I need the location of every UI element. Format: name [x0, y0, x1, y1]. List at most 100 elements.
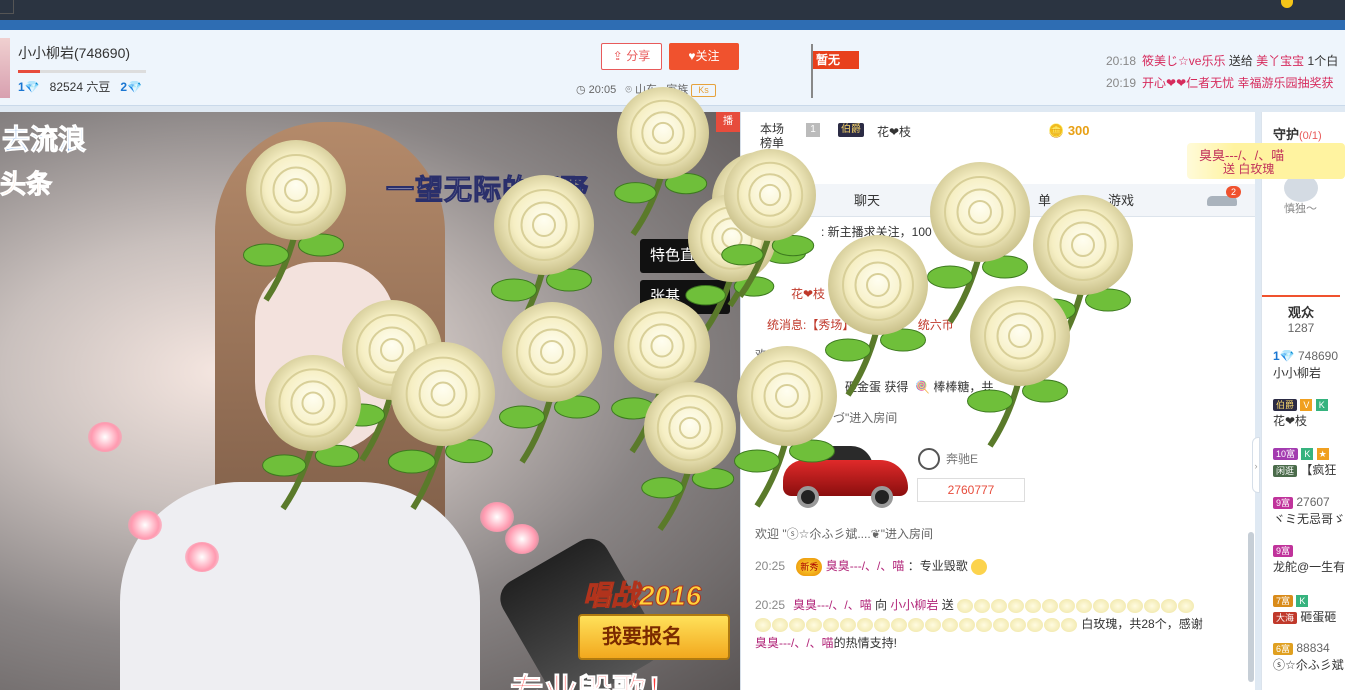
back-button[interactable] [0, 0, 14, 14]
message-send: 送 [941, 598, 954, 612]
level-badge: 1 [1273, 349, 1280, 363]
audience-item[interactable]: 6富 88834 ⓢ☆尒ふ彡斌 [1273, 640, 1344, 674]
gift-message-line: 白玫瑰，共28个，感谢 [755, 615, 1203, 634]
beans-count: 82524 六豆 [49, 80, 111, 94]
gift-message-line: 20:25 臭臭---/、/、喵 向 小小柳岩 送 [755, 596, 1203, 615]
vip-badge: V [1300, 398, 1313, 411]
feed-user[interactable]: 美丫宝宝 [1256, 54, 1304, 68]
feed-user[interactable]: 筱美じ☆ve乐乐 [1142, 54, 1225, 68]
coin-icon: 🪙 [1048, 123, 1068, 138]
heart-sticker [88, 422, 122, 452]
chat-message: 花❤枝 [791, 287, 826, 301]
rank-label: 本场榜单 [760, 122, 785, 150]
chat-panel: 本场榜单 1 伯爵 花❤枝 🪙 300 聊天 单 游戏 2 : 新主播求关注，1… [740, 112, 1255, 690]
collapse-toggle[interactable]: › [1252, 437, 1260, 493]
guard-name[interactable]: 慎独～ [1284, 200, 1317, 216]
rank-user[interactable]: 花❤枝 [877, 123, 911, 140]
message-target[interactable]: 小小柳岩 [890, 598, 938, 612]
tag-special-live[interactable]: 特色直播 [640, 239, 730, 273]
audience-id: 88834 [1296, 641, 1330, 655]
location-icon: ⌾ [625, 84, 632, 96]
gift-summary: 白玫瑰，共28个，感谢 [1081, 617, 1203, 631]
smile-emoji-icon [971, 559, 988, 575]
video-player[interactable]: 去流浪 头条 一望无际的原野 播 特色直播 张基 唱战2016 我要报名 专业毁… [0, 112, 740, 690]
egg-message: 砸金蛋 获得 [845, 380, 909, 394]
tab-game[interactable]: 游戏 [1108, 184, 1134, 217]
follow-label: 关注 [695, 49, 720, 63]
egg-message-tail: 棒棒糖，共 [933, 380, 994, 394]
follow-button[interactable]: ♥关注 [669, 43, 739, 70]
diamond-icon: 💎 [24, 80, 40, 94]
message-user[interactable]: 臭臭---/、/、喵 [755, 636, 834, 650]
audience-item[interactable]: 10富 K ★ 闲逛 【疯狂 [1273, 445, 1336, 479]
heart-icon: ♥ [688, 49, 696, 63]
audience-item[interactable]: 9富 27607 ヾミ无忌哥ゞ [1273, 494, 1345, 528]
tab-chat[interactable]: 聊天 [854, 184, 880, 217]
wealth-badge: 9富 [1273, 544, 1294, 557]
feed-user[interactable]: 开心❤❤仁者无忧 [1142, 76, 1234, 90]
audience-name: 【疯狂 [1300, 463, 1337, 477]
audience-id: 27607 [1296, 495, 1330, 509]
chat-message: 欢迎 [755, 348, 780, 362]
event-title: 唱战2016 [582, 580, 702, 612]
wealth-badge: 9富 [1273, 496, 1294, 509]
audience-name: 花❤枝 [1273, 414, 1308, 428]
audience-item[interactable]: 9富 龙舵@一生有 [1273, 542, 1345, 576]
anchor-name: 小小柳岩(748690) [18, 45, 131, 61]
share-label: 分享 [626, 49, 651, 63]
message-user[interactable]: 臭臭---/、/、喵 [826, 559, 905, 573]
welcome-message: 欢迎 "ⓢ☆尒ふ彡斌....❦"进入房间 [755, 527, 934, 541]
chat-tabs: 聊天 单 游戏 2 [755, 184, 1255, 217]
tab-audience[interactable]: 观众 1287 [1262, 295, 1340, 339]
flag-badge[interactable]: 暂无 [813, 51, 859, 69]
chat-message: 统消息:【秀场】 统六币 [767, 317, 954, 333]
gift-popup-text: 送 白玫瑰 [1223, 162, 1275, 176]
audience-name: 砸蛋砸 [1300, 610, 1337, 624]
car-brand: 奔驰E [946, 452, 979, 466]
gift-feed: 20:18 筱美じ☆ve乐乐 送给 美丫宝宝 1个白 20:19 开心❤❤仁者无忧 … [1106, 50, 1338, 94]
rank-coins: 🪙 300 [1048, 123, 1090, 139]
audience-name: ヾミ无忌哥ゞ [1273, 512, 1345, 526]
rose-icons [755, 617, 1078, 632]
system-message: 统消息:【秀场】 [767, 318, 855, 332]
guard-count: (0/1) [1299, 130, 1322, 142]
wealth-badge: 6富 [1273, 642, 1294, 655]
coin-icon [1281, 0, 1293, 8]
anchor-avatar[interactable] [0, 38, 10, 98]
room-header: 小小柳岩(748690) 1💎 82524 六豆 2💎 ⇪ 分享 ♥关注 ◷ 2… [0, 30, 1345, 106]
wealth-badge: 10富 [1273, 447, 1299, 460]
clock-icon: ◷ [576, 84, 586, 96]
noble-badge: 伯爵 [1273, 398, 1298, 411]
diamond-icon: 💎 [127, 80, 143, 94]
share-icon: ⇪ [612, 49, 627, 63]
song-title-highlight: 原野 [531, 174, 590, 206]
signup-button[interactable]: 我要报名 [578, 614, 730, 660]
level-row: 1💎 82524 六豆 2💎 [18, 78, 142, 95]
audience-item[interactable]: 1💎 748690 小小柳岩 [1273, 348, 1338, 382]
tag-other[interactable]: 张基 [640, 280, 730, 314]
feed-verb: 送给 [1228, 54, 1253, 68]
level-progress [18, 70, 146, 73]
right-panel: 守护(0/1) 慎独～ 观众 1287 1💎 748690 小小柳岩 伯爵 V … [1261, 112, 1345, 690]
rank-coins-value: 300 [1067, 123, 1090, 138]
level-current: 1 [18, 80, 25, 94]
audience-item[interactable]: 伯爵 V K 花❤枝 [1273, 396, 1328, 430]
audience-item[interactable]: 7富 K 大海 砸蛋砸 [1273, 592, 1336, 626]
banner-text: 头条 [0, 169, 53, 200]
chat-message: : 新主播求关注，100 [821, 225, 932, 239]
tab-list[interactable]: 单 [1038, 184, 1051, 217]
guard-section: 守护(0/1) [1273, 124, 1322, 143]
message-time: 20:25 [755, 598, 786, 612]
share-button[interactable]: ⇪ 分享 [601, 43, 662, 70]
message-text: ：专业毁歌 [907, 559, 968, 574]
audience-name: 龙舵@一生有 [1273, 560, 1345, 574]
message-user[interactable]: 臭臭---/、/、喵 [793, 598, 872, 612]
k-badge: K [1301, 447, 1314, 460]
message-time: 20:25 [755, 559, 786, 574]
gift-feed-item: 20:18 筱美じ☆ve乐乐 送给 美丫宝宝 1个白 [1106, 50, 1338, 72]
chat-scrollbar[interactable] [1248, 532, 1254, 682]
chat-message: 砸金蛋 获得 🍭 棒棒糖，共 [845, 379, 993, 395]
family-tag[interactable]: Ks [691, 83, 716, 97]
k-badge: K [1296, 594, 1309, 607]
noble-badge: 伯爵 [838, 123, 864, 137]
